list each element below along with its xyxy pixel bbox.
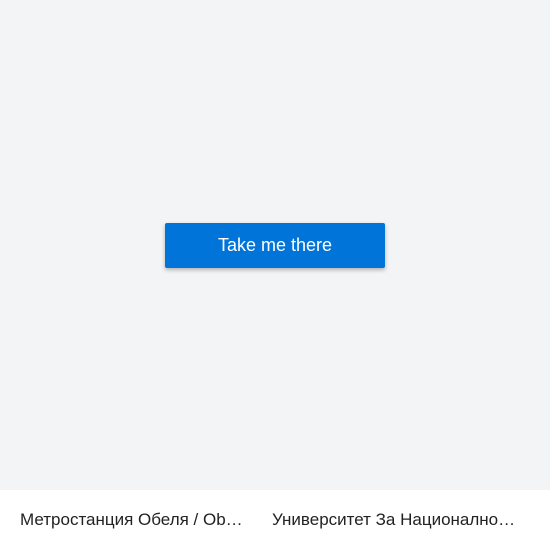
take-me-there-button[interactable]: Take me there	[165, 223, 385, 268]
page: Take me there Метростанция Обеля / Obely…	[0, 0, 550, 550]
origin-stop-name: Метростанция Обеля / Obelya Metro Statio…	[20, 510, 252, 529]
route-footer: Метростанция Обеля / Obelya Metro Statio…	[0, 490, 550, 550]
destination-stop-name: Университет За Национално И Световно Сто…	[272, 510, 518, 529]
main-area: Take me there	[0, 0, 550, 490]
